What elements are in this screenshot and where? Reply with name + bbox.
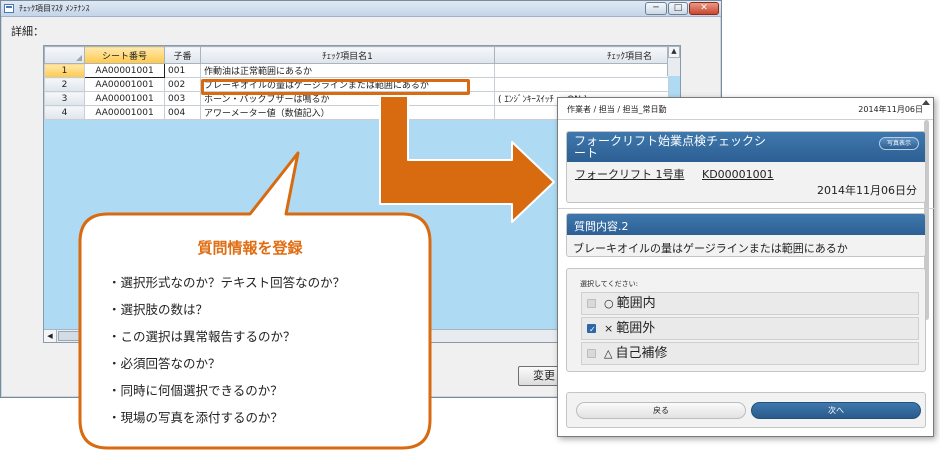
mobile-header: 作業者 / 担当 / 担当_常日勤 2014年11月06日 xyxy=(558,98,933,120)
checkbox-icon[interactable] xyxy=(587,349,596,358)
divider xyxy=(558,208,935,209)
option-label: 自己補修 xyxy=(615,346,668,361)
list-item: ・この選択は異常報告するのか？ xyxy=(108,329,296,344)
question-card: 質問内容.2 ブレーキオイルの量はゲージラインまたは範囲にあるか xyxy=(566,213,926,257)
bubble-title: 質問情報を登録 xyxy=(197,239,303,257)
question-text: ブレーキオイルの量はゲージラインまたは範囲にあるか xyxy=(573,242,848,255)
mobile-check-screen: 作業者 / 担当 / 担当_常日勤 2014年11月06日 フォークリフト始業点… xyxy=(557,97,935,437)
list-item: ・選択形式なのか？テキスト回答なのか？ xyxy=(108,275,346,290)
option-out-of-range[interactable]: ×範囲外 xyxy=(581,317,919,340)
cross-icon: × xyxy=(604,322,614,335)
photo-button[interactable]: 写真表示 xyxy=(879,137,919,150)
mobile-footer: 戻る 次へ xyxy=(566,392,926,428)
sheet-date: 2014年11月06日分 xyxy=(817,184,917,197)
vehicle-code: KD00001001 xyxy=(702,168,774,181)
sheet-card: フォークリフト始業点検チェックシート 写真表示 フォークリフト 1号車 KD00… xyxy=(566,131,926,203)
bubble-list: ・選択形式なのか？テキスト回答なのか？ ・選択肢の数は？ ・この選択は異常報告す… xyxy=(108,272,345,434)
back-button[interactable]: 戻る xyxy=(576,402,746,419)
scroll-up-icon[interactable] xyxy=(922,100,930,105)
option-in-range[interactable]: ○ 範囲内 xyxy=(581,292,919,315)
breadcrumb: 作業者 / 担当 / 担当_常日勤 xyxy=(567,105,667,114)
next-button[interactable]: 次へ xyxy=(751,402,921,419)
list-item: ・必須回答なのか？ xyxy=(108,356,221,371)
list-item: ・選択肢の数は？ xyxy=(108,302,209,317)
question-header: 質問内容.2 xyxy=(567,214,925,235)
triangle-icon: △ xyxy=(604,347,613,360)
option-label: 範囲外 xyxy=(616,321,656,336)
vehicle-info: フォークリフト 1号車 KD00001001 xyxy=(575,166,788,182)
checkbox-icon[interactable] xyxy=(587,299,596,308)
header-date: 2014年11月06日 xyxy=(858,105,923,114)
list-item: ・同時に何個選択できるのか？ xyxy=(108,383,283,398)
sheet-title: フォークリフト始業点検チェックシート xyxy=(574,134,767,160)
sheet-card-header: フォークリフト始業点検チェックシート 写真表示 xyxy=(567,132,925,162)
circle-icon: ○ xyxy=(604,297,614,310)
vehicle-name: フォークリフト 1号車 xyxy=(575,168,685,181)
checkbox-checked-icon[interactable] xyxy=(587,319,596,340)
option-self-repair[interactable]: △ 自己補修 xyxy=(581,342,919,365)
option-label: 範囲内 xyxy=(616,296,656,311)
options-card: 選択してください: ○範囲内 ×範囲外 △自己補修 xyxy=(566,268,926,372)
list-item: ・現場の写真を添付するのか？ xyxy=(108,410,284,425)
select-label: 選択してください: xyxy=(580,280,638,288)
